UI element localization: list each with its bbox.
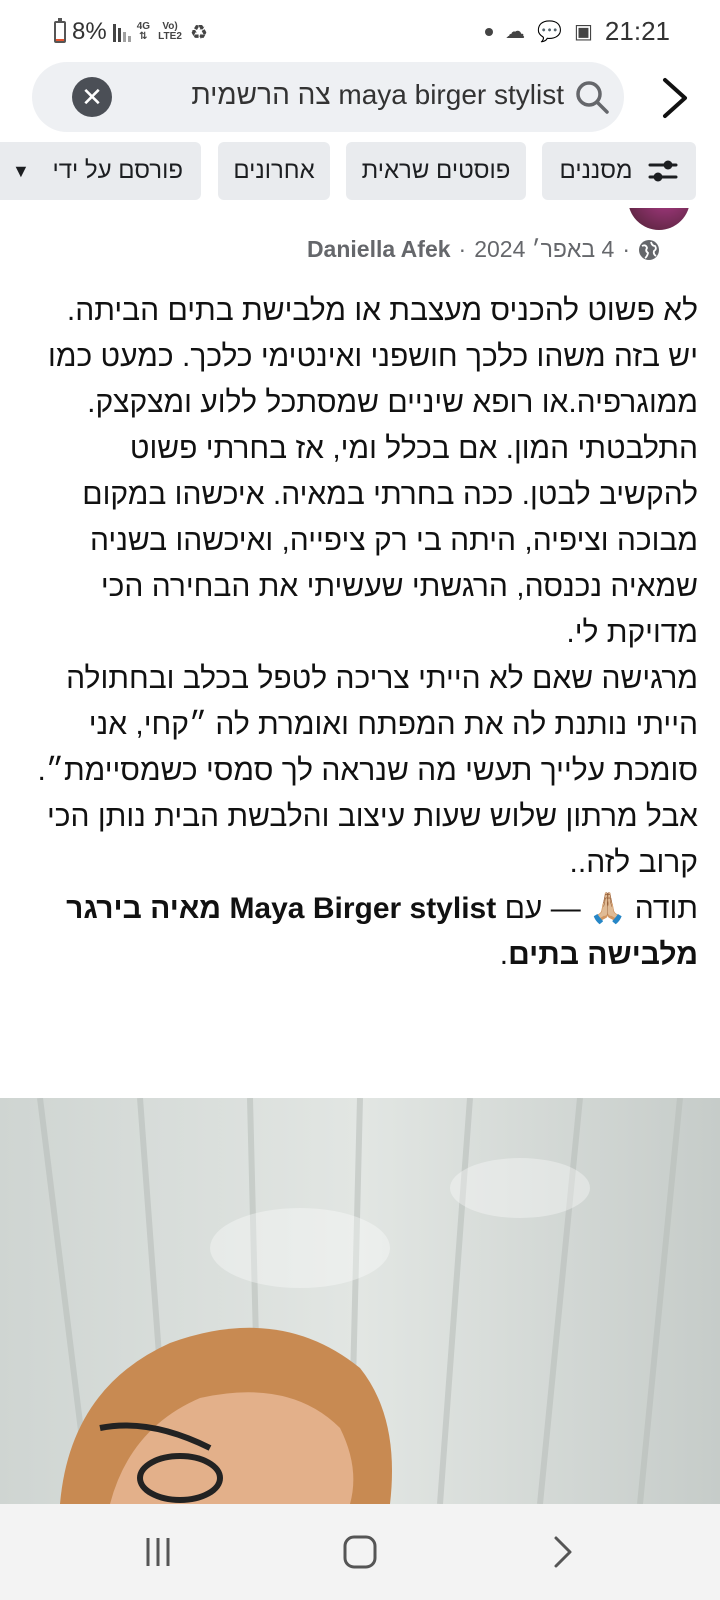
status-left: 8% 4G ⇅ Vo) LTE2 ♻ bbox=[54, 18, 208, 46]
globe-icon bbox=[639, 239, 659, 260]
cloud-icon: ☁ bbox=[505, 21, 526, 43]
sliders-icon bbox=[648, 160, 678, 182]
close-icon[interactable]: ✕ bbox=[72, 77, 112, 117]
post-photo[interactable] bbox=[0, 1098, 720, 1504]
network-type: 4G ⇅ bbox=[136, 21, 151, 42]
post-author[interactable]: Daniella Afek bbox=[307, 236, 451, 263]
notification-dot-icon bbox=[485, 27, 494, 36]
post-meta: · 4 באפר׳ 2024 · Daniella Afek bbox=[307, 236, 660, 263]
post-body: לא פשוט להכניס מעצבת או מלבישת בתים הבית… bbox=[32, 288, 698, 978]
post-paragraph: אבל מרתון שלוש שעות עיצוב והלבשת הבית נו… bbox=[46, 800, 698, 879]
search-bar[interactable]: ✕ maya birger stylist צה הרשמית bbox=[32, 62, 624, 132]
volte-indicator: Vo) LTE2 bbox=[158, 21, 182, 42]
chip-posted-by[interactable]: ▼ פורסם על ידי bbox=[0, 142, 201, 200]
search-input[interactable]: maya birger stylist צה הרשמית bbox=[124, 79, 564, 111]
chip-seen-posts[interactable]: פוסטים שראית bbox=[346, 142, 526, 200]
post-paragraph: לא פשוט להכניס מעצבת או מלבישת בתים הבית… bbox=[48, 294, 698, 419]
chip-recent[interactable]: אחרונים bbox=[218, 142, 330, 200]
status-bar: 8% 4G ⇅ Vo) LTE2 ♻ ☁ 💬 ▣ 21:21 bbox=[0, 0, 720, 64]
home-icon[interactable] bbox=[340, 1532, 380, 1572]
battery-percent: 8% bbox=[72, 18, 107, 45]
battery-icon bbox=[54, 18, 66, 43]
post-paragraph: התלבטתי המון. אם בכלל ומי, אז בחרתי פשוט… bbox=[82, 432, 698, 649]
search-icon[interactable] bbox=[574, 79, 610, 115]
post-date[interactable]: 4 באפר׳ 2024 bbox=[474, 236, 614, 263]
chip-filters-label: מסננים bbox=[559, 157, 633, 184]
avatar[interactable] bbox=[622, 208, 692, 230]
caret-down-icon: ▼ bbox=[12, 160, 30, 181]
meta-separator: · bbox=[458, 236, 467, 262]
meta-separator: · bbox=[622, 236, 630, 262]
navigation-bar bbox=[0, 1504, 720, 1600]
back-chevron-icon[interactable] bbox=[542, 1532, 582, 1572]
post-paragraph: מרגישה שאם לא הייתי צריכה לטפל בכלב ובחת… bbox=[37, 662, 698, 787]
chevron-right-icon[interactable] bbox=[655, 74, 695, 122]
clock: 21:21 bbox=[604, 16, 670, 46]
recent-apps-icon[interactable] bbox=[138, 1532, 178, 1572]
post-thanks: תודה 🙏🏼 — עם Maya Birger stylist מאיה בי… bbox=[32, 886, 698, 978]
status-right: ☁ 💬 ▣ 21:21 bbox=[485, 16, 670, 47]
photo-image bbox=[0, 1098, 720, 1504]
chip-filters[interactable]: מסננים bbox=[542, 142, 696, 200]
recycle-icon: ♻ bbox=[190, 21, 208, 44]
gallery-icon: ▣ bbox=[574, 21, 593, 43]
filter-chips: ▼ פורסם על ידי אחרונים פוסטים שראית מסננ… bbox=[0, 142, 720, 200]
chat-bubble-icon: 💬 bbox=[537, 21, 563, 43]
chip-posted-by-label: פורסם על ידי bbox=[52, 157, 183, 184]
thanks-prefix: תודה 🙏🏼 — עם bbox=[504, 892, 698, 925]
signal-icon bbox=[112, 22, 131, 42]
thanks-suffix: . bbox=[499, 938, 509, 971]
